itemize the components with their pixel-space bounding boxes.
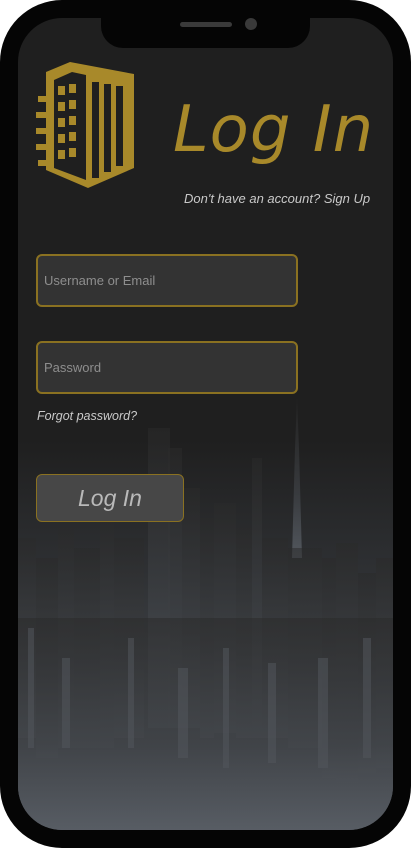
building-icon [36,62,134,188]
phone-notch [101,18,310,48]
password-input[interactable] [36,341,298,394]
front-camera [245,18,257,30]
login-button[interactable]: Log In [36,474,184,522]
page-title: Log In [173,93,375,167]
signup-prompt: Don't have an account? Sign Up [184,191,370,206]
app-screen: Log In Don't have an account? Sign Up Fo… [18,18,393,830]
username-email-input[interactable] [36,254,298,307]
phone-frame: Log In Don't have an account? Sign Up Fo… [0,0,411,848]
speaker-grille [180,22,232,27]
forgot-password-link[interactable]: Forgot password? [37,409,137,423]
signup-link[interactable]: Sign Up [324,191,370,206]
signup-prompt-text: Don't have an account? [184,191,321,206]
